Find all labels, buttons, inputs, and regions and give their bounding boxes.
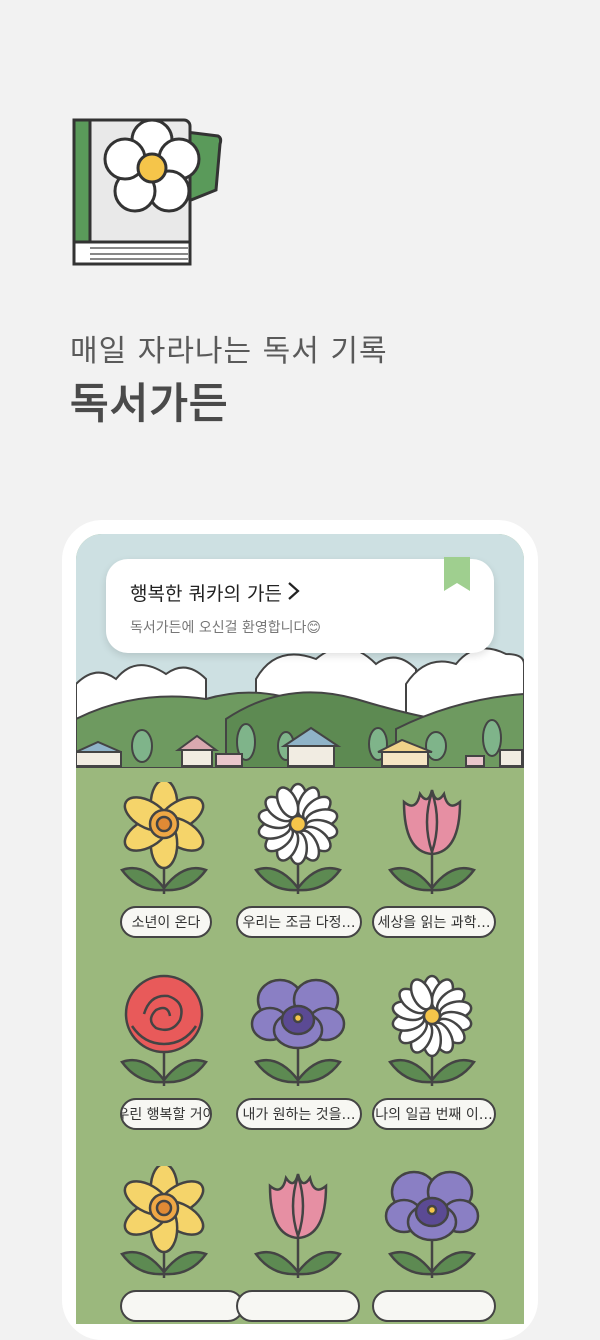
app-logo-icon xyxy=(72,118,223,266)
pansy-flower-icon[interactable] xyxy=(248,974,348,1089)
garden-screen: 행복한 쿼카의 가든 독서가든에 오신걸 환영합니다😊 소년이 온다 우리는 조… xyxy=(76,534,524,1324)
book-title-button[interactable]: 소년이 온다 xyxy=(120,906,212,938)
pansy-flower-icon[interactable] xyxy=(382,1166,482,1281)
rose-flower-icon[interactable] xyxy=(114,974,214,1089)
book-title-button[interactable] xyxy=(236,1290,360,1322)
daffodil-flower-icon[interactable] xyxy=(114,782,214,897)
book-title-button[interactable]: 내가 원하는 것을… xyxy=(236,1098,362,1130)
book-title-button[interactable]: 세상을 읽는 과학… xyxy=(372,906,496,938)
tulip-flower-icon[interactable] xyxy=(248,1166,348,1281)
bookmark-icon[interactable] xyxy=(444,557,470,591)
book-title-button[interactable]: 나의 일곱 번째 이… xyxy=(372,1098,496,1130)
book-title-button[interactable] xyxy=(372,1290,496,1322)
daisy-flower-icon[interactable] xyxy=(382,974,482,1089)
app-subtitle: 매일 자라나는 독서 기록 xyxy=(70,334,388,369)
book-title-button[interactable]: 우리는 조금 다정… xyxy=(236,906,362,938)
welcome-message: 독서가든에 오신걸 환영합니다😊 xyxy=(130,620,321,636)
chevron-right-icon[interactable] xyxy=(284,579,304,603)
book-title-button[interactable]: 우린 행복할 거야 xyxy=(120,1098,212,1130)
welcome-card[interactable]: 행복한 쿼카의 가든 독서가든에 오신걸 환영합니다😊 xyxy=(106,557,494,653)
daffodil-flower-icon[interactable] xyxy=(114,1166,214,1281)
tulip-flower-icon[interactable] xyxy=(382,782,482,897)
daisy-flower-icon[interactable] xyxy=(248,782,348,897)
garden-name[interactable]: 행복한 쿼카의 가든 xyxy=(130,579,282,606)
book-title-button[interactable] xyxy=(120,1290,244,1322)
app-title: 독서가든 xyxy=(70,379,229,428)
